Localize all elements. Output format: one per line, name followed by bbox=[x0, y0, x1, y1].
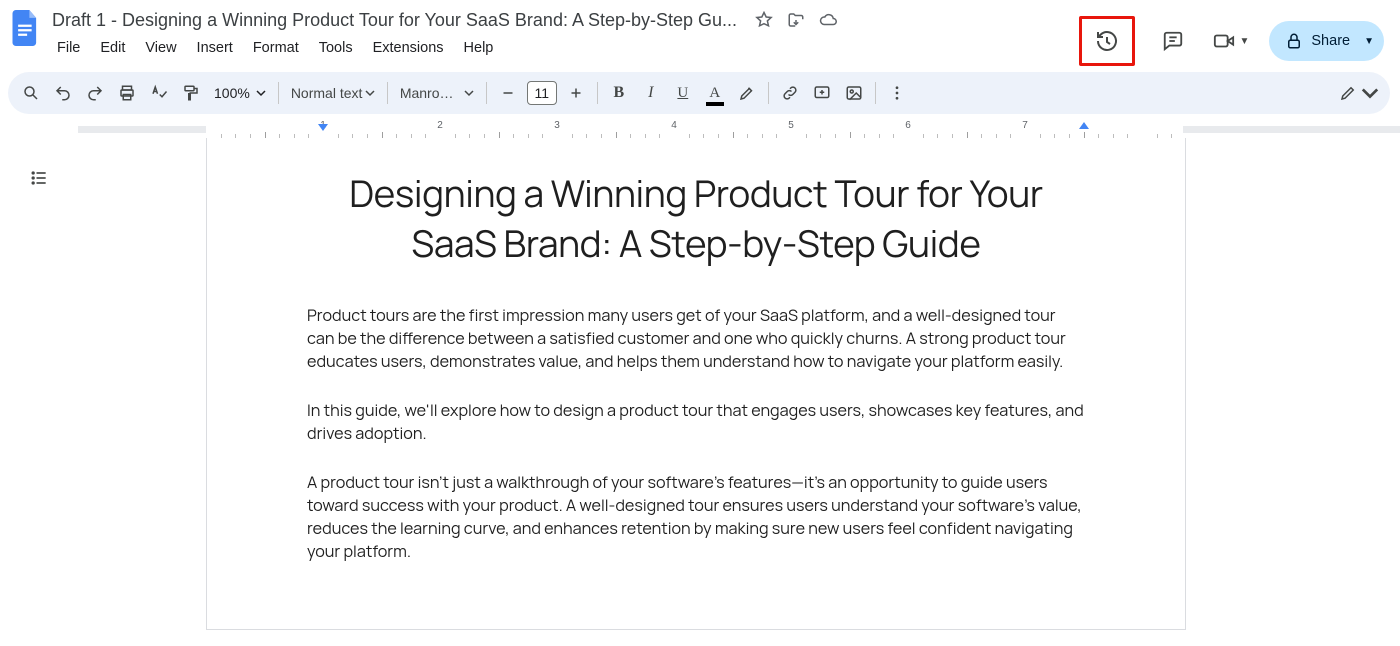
spellcheck-button[interactable] bbox=[144, 78, 174, 108]
chevron-down-icon: ▼ bbox=[1239, 36, 1249, 47]
chevron-down-icon bbox=[1361, 84, 1379, 102]
bold-button[interactable]: B bbox=[604, 78, 634, 108]
chevron-down-icon bbox=[365, 88, 375, 98]
italic-button[interactable]: I bbox=[636, 78, 666, 108]
font-select[interactable]: Manro… bbox=[394, 85, 480, 101]
menu-tools[interactable]: Tools bbox=[310, 36, 362, 60]
separator bbox=[387, 82, 388, 104]
document-title[interactable]: Draft 1 - Designing a Winning Product To… bbox=[48, 8, 741, 33]
font-value: Manro… bbox=[400, 85, 454, 101]
title-bar: Draft 1 - Designing a Winning Product To… bbox=[0, 0, 1400, 66]
highlight-color-button[interactable] bbox=[732, 78, 762, 108]
chevron-down-icon bbox=[256, 88, 266, 98]
toolbar: 100% Normal text Manro… B I U A bbox=[8, 72, 1390, 114]
zoom-select[interactable]: 100% bbox=[208, 85, 272, 101]
left-indent-marker[interactable] bbox=[318, 124, 328, 131]
paragraph: A product tour isn't just a walkthrough … bbox=[307, 471, 1085, 563]
editing-mode-button[interactable] bbox=[1336, 78, 1382, 108]
insert-link-button[interactable] bbox=[775, 78, 805, 108]
increase-font-size-button[interactable] bbox=[561, 78, 591, 108]
paragraph: Product tours are the first impression m… bbox=[307, 304, 1085, 373]
chevron-down-icon: ▼ bbox=[1364, 36, 1374, 47]
docs-logo[interactable] bbox=[10, 8, 42, 48]
ruler-number: 7 bbox=[1022, 120, 1028, 131]
horizontal-ruler[interactable]: 1234567 bbox=[78, 120, 1400, 138]
paragraph-style-select[interactable]: Normal text bbox=[285, 85, 381, 101]
print-button[interactable] bbox=[112, 78, 142, 108]
menu-help[interactable]: Help bbox=[455, 36, 503, 60]
ruler-number: 5 bbox=[788, 120, 794, 131]
undo-button[interactable] bbox=[48, 78, 78, 108]
menu-format[interactable]: Format bbox=[244, 36, 308, 60]
move-icon[interactable] bbox=[787, 11, 805, 29]
ruler-number: 3 bbox=[554, 120, 560, 131]
cloud-status-icon[interactable] bbox=[819, 11, 837, 29]
document-page[interactable]: Designing a Winning Product Tour for You… bbox=[206, 138, 1186, 630]
document-heading: Designing a Winning Product Tour for You… bbox=[307, 170, 1085, 270]
zoom-value: 100% bbox=[214, 85, 250, 101]
menu-bar: File Edit View Insert Format Tools Exten… bbox=[48, 36, 837, 60]
menu-view[interactable]: View bbox=[136, 36, 185, 60]
separator bbox=[768, 82, 769, 104]
menu-file[interactable]: File bbox=[48, 36, 89, 60]
paint-format-button[interactable] bbox=[176, 78, 206, 108]
search-button[interactable] bbox=[16, 78, 46, 108]
chevron-down-icon bbox=[464, 88, 474, 98]
text-color-button[interactable]: A bbox=[700, 78, 730, 108]
font-size-input[interactable] bbox=[527, 81, 557, 105]
right-indent-marker[interactable] bbox=[1079, 122, 1089, 129]
comments-button[interactable] bbox=[1153, 21, 1193, 61]
menu-edit[interactable]: Edit bbox=[91, 36, 134, 60]
underline-button[interactable]: U bbox=[668, 78, 698, 108]
meet-button[interactable]: ▼ bbox=[1211, 21, 1251, 61]
redo-button[interactable] bbox=[80, 78, 110, 108]
separator bbox=[278, 82, 279, 104]
ruler-number: 6 bbox=[905, 120, 911, 131]
ruler-number: 2 bbox=[437, 120, 443, 131]
ruler-number: 4 bbox=[671, 120, 677, 131]
add-comment-button[interactable] bbox=[807, 78, 837, 108]
paragraph-style-value: Normal text bbox=[291, 85, 363, 101]
paragraph: In this guide, we'll explore how to desi… bbox=[307, 399, 1085, 445]
separator bbox=[875, 82, 876, 104]
separator bbox=[486, 82, 487, 104]
more-toolbar-button[interactable] bbox=[882, 78, 912, 108]
star-icon[interactable] bbox=[755, 11, 773, 29]
share-label: Share bbox=[1311, 33, 1350, 49]
insert-image-button[interactable] bbox=[839, 78, 869, 108]
separator bbox=[597, 82, 598, 104]
decrease-font-size-button[interactable] bbox=[493, 78, 523, 108]
version-history-button[interactable] bbox=[1079, 16, 1135, 66]
share-button[interactable]: Share ▼ bbox=[1269, 21, 1384, 61]
document-outline-button[interactable] bbox=[29, 168, 49, 193]
menu-insert[interactable]: Insert bbox=[188, 36, 242, 60]
menu-extensions[interactable]: Extensions bbox=[364, 36, 453, 60]
